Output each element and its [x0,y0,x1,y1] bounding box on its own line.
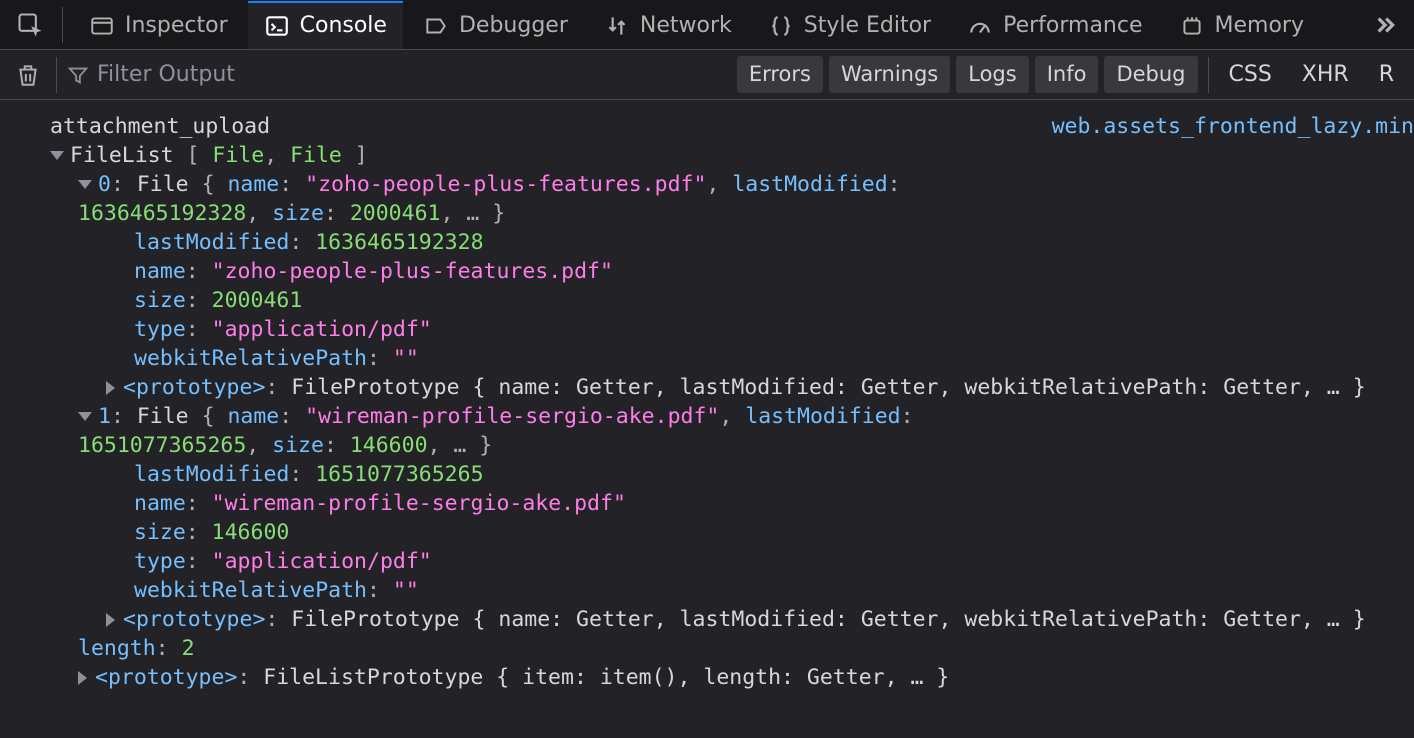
prop-row: type: "application/pdf" [50,315,1404,344]
chevron-right-icon[interactable] [106,381,115,395]
filelist-header[interactable]: FileList [ File, File ] [50,141,1404,170]
filter-warnings[interactable]: Warnings [829,56,950,92]
clear-console-icon[interactable] [10,57,46,93]
file-summary-1[interactable]: 1: File { name: "wireman-profile-sergio-… [50,402,1404,431]
tab-label: Performance [1003,11,1142,41]
console-output[interactable]: web.assets_frontend_lazy.min attachment_… [0,100,1414,704]
filter-debug[interactable]: Debug [1104,56,1197,92]
source-link[interactable]: web.assets_frontend_lazy.min [1052,112,1414,141]
devtools-tabbar: Inspector Console Debugger Network Style… [0,0,1414,50]
prop-row: size: 146600 [50,518,1404,547]
console-toolbar: Errors Warnings Logs Info Debug CSS XHR … [0,50,1414,100]
tab-label: Console [300,11,387,41]
tab-memory[interactable]: Memory [1163,1,1320,49]
prop-row: size: 2000461 [50,286,1404,315]
filter-errors[interactable]: Errors [737,56,823,92]
file-summary-0[interactable]: 0: File { name: "zoho-people-plus-featur… [50,170,1404,199]
filter-xhr[interactable]: XHR [1292,56,1359,94]
pick-element-icon[interactable] [8,3,52,47]
chevron-right-icon[interactable] [78,671,87,685]
tab-console[interactable]: Console [248,1,403,49]
tab-label: Memory [1215,11,1304,41]
tabs-overflow-icon[interactable] [1362,3,1406,47]
severity-filters: Errors Warnings Logs Info Debug [737,56,1198,92]
proto-row[interactable]: <prototype>: FilePrototype { name: Gette… [50,373,1404,402]
chevron-down-icon[interactable] [78,180,92,189]
tab-performance[interactable]: Performance [951,1,1158,49]
tab-debugger[interactable]: Debugger [407,1,584,49]
filter-info[interactable]: Info [1035,56,1099,92]
tab-inspector[interactable]: Inspector [73,1,244,49]
chevron-right-icon[interactable] [106,613,115,627]
filter-wrap [67,62,727,87]
funnel-icon [67,64,89,86]
prop-row: name: "wireman-profile-sergio-ake.pdf" [50,489,1404,518]
separator [62,7,63,43]
file-summary-1b: 1651077365265, size: 146600, … } [50,431,1404,460]
separator [56,57,57,93]
separator [1208,57,1209,93]
prop-row: lastModified: 1636465192328 [50,228,1404,257]
chevron-down-icon[interactable] [50,151,64,160]
tab-network[interactable]: Network [588,1,748,49]
prop-row: webkitRelativePath: "" [50,576,1404,605]
length-row: length: 2 [50,634,1404,663]
prop-row: lastModified: 1651077365265 [50,460,1404,489]
tab-label: Style Editor [804,11,931,41]
prop-row: name: "zoho-people-plus-features.pdf" [50,257,1404,286]
proto-row[interactable]: <prototype>: FilePrototype { name: Gette… [50,605,1404,634]
tab-label: Inspector [125,11,228,41]
chevron-down-icon[interactable] [78,412,92,421]
prop-row: webkitRelativePath: "" [50,344,1404,373]
proto-row[interactable]: <prototype>: FileListPrototype { item: i… [50,663,1404,692]
filter-input[interactable] [97,62,397,87]
filter-logs[interactable]: Logs [956,56,1028,92]
filter-css[interactable]: CSS [1219,56,1282,94]
file-summary-0b: 1636465192328, size: 2000461, … } [50,199,1404,228]
prop-row: type: "application/pdf" [50,547,1404,576]
tab-label: Debugger [459,11,568,41]
tab-style-editor[interactable]: Style Editor [752,1,947,49]
filter-requests[interactable]: R [1369,56,1404,94]
tab-label: Network [640,11,732,41]
